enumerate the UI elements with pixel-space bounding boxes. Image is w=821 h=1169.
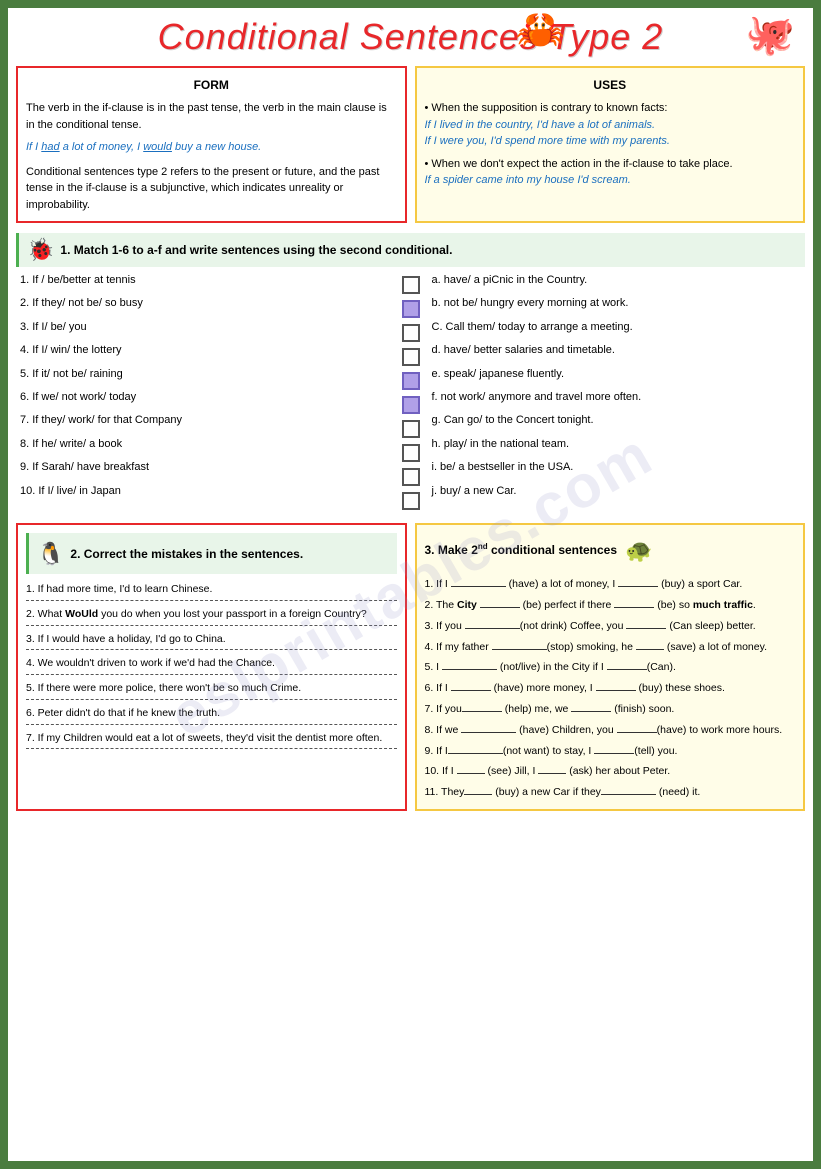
ex1-right-column: a. have/ a piCnic in the Country. b. not…	[432, 273, 802, 513]
title-area: Conditional Sentences Type 2 🦀 🐙	[16, 16, 805, 58]
turtle-icon: 🐢	[625, 533, 652, 568]
exercise1-header: 🐞 1. Match 1-6 to a-f and write sentence…	[16, 233, 805, 267]
list-item: 1. If / be/better at tennis	[20, 273, 390, 288]
list-item: 2. If they/ not be/ so busy	[20, 296, 390, 311]
list-item: i. be/ a bestseller in the USA.	[432, 460, 802, 475]
list-item: 4. If my father (stop) smoking, he (save…	[425, 639, 796, 656]
list-item: 7. If they/ work/ for that Company	[20, 413, 390, 428]
list-item: d. have/ better salaries and timetable.	[432, 343, 802, 358]
ladybug-icon: 🐞	[27, 237, 54, 263]
exercise3-box: 3. Make 2nd conditional sentences 🐢 1. I…	[415, 523, 806, 811]
list-item: 9. If Sarah/ have breakfast	[20, 460, 390, 475]
checkbox-3[interactable]	[402, 324, 420, 342]
list-item: 6. If I (have) more money, I (buy) these…	[425, 680, 796, 697]
form-body2: Conditional sentences type 2 refers to t…	[26, 164, 397, 214]
ex1-left-column: 1. If / be/better at tennis 2. If they/ …	[20, 273, 390, 513]
uses-bullet1: • When the supposition is contrary to kn…	[425, 100, 796, 117]
list-item: 2. The City (be) perfect if there (be) s…	[425, 597, 796, 614]
list-item: a. have/ a piCnic in the Country.	[432, 273, 802, 288]
octopus-icon: 🐙	[745, 11, 795, 58]
list-item: 4. We wouldn't driven to work if we'd ha…	[26, 656, 397, 675]
checkbox-6[interactable]	[402, 396, 420, 414]
exercise3-title: 3. Make 2nd conditional sentences	[425, 541, 618, 560]
list-item: 5. I (not/live) in the City if I (Can).	[425, 659, 796, 676]
list-item: 7. If you (help) me, we (finish) soon.	[425, 701, 796, 718]
penguin-icon: 🐧	[37, 537, 64, 570]
list-item: 3. If I would have a holiday, I'd go to …	[26, 632, 397, 651]
list-item: 9. If I(not want) to stay, I (tell) you.	[425, 743, 796, 760]
list-item: 5. If it/ not be/ raining	[20, 367, 390, 382]
page-title: Conditional Sentences Type 2	[16, 16, 805, 58]
uses-title: USES	[425, 76, 796, 94]
form-title: FORM	[26, 76, 397, 94]
uses-ex2: If I were you, I'd spend more time with …	[425, 133, 796, 150]
ex1-checkboxes	[398, 273, 424, 513]
list-item: 2. What WoUld you do when you lost your …	[26, 607, 397, 626]
checkbox-7[interactable]	[402, 420, 420, 438]
list-item: 3. If you (not drink) Coffee, you (Can s…	[425, 618, 796, 635]
list-item: 10. If I/ live/ in Japan	[20, 484, 390, 499]
form-body1: The verb in the if-clause is in the past…	[26, 100, 397, 133]
list-item: 7. If my Children would eat a lot of swe…	[26, 731, 397, 750]
checkbox-10[interactable]	[402, 492, 420, 510]
top-boxes: FORM The verb in the if-clause is in the…	[16, 66, 805, 223]
list-item: 3. If I/ be/ you	[20, 320, 390, 335]
exercise2-box: 🐧 2. Correct the mistakes in the sentenc…	[16, 523, 407, 811]
list-item: h. play/ in the national team.	[432, 437, 802, 452]
page: eslprintables.com Conditional Sentences …	[8, 8, 813, 1161]
uses-box: USES • When the supposition is contrary …	[415, 66, 806, 223]
list-item: 8. If we (have) Children, you (have) to …	[425, 722, 796, 739]
list-item: g. Can go/ to the Concert tonight.	[432, 413, 802, 428]
list-item: j. buy/ a new Car.	[432, 484, 802, 499]
list-item: 6. Peter didn't do that if he knew the t…	[26, 706, 397, 725]
exercise1-title: 1. Match 1-6 to a-f and write sentences …	[60, 243, 452, 257]
crab-icon: 🦀	[515, 6, 565, 53]
list-item: 6. If we/ not work/ today	[20, 390, 390, 405]
checkbox-4[interactable]	[402, 348, 420, 366]
exercise3-header-row: 3. Make 2nd conditional sentences 🐢	[425, 533, 796, 568]
uses-ex1: If I lived in the country, I'd have a lo…	[425, 117, 796, 134]
exercise1-content: 1. If / be/better at tennis 2. If they/ …	[16, 273, 805, 513]
uses-bullet2: • When we don't expect the action in the…	[425, 156, 796, 173]
form-example1: If I had a lot of money, I would buy a n…	[26, 139, 397, 156]
checkbox-9[interactable]	[402, 468, 420, 486]
form-box: FORM The verb in the if-clause is in the…	[16, 66, 407, 223]
list-item: f. not work/ anymore and travel more oft…	[432, 390, 802, 405]
list-item: b. not be/ hungry every morning at work.	[432, 296, 802, 311]
checkbox-8[interactable]	[402, 444, 420, 462]
checkbox-2[interactable]	[402, 300, 420, 318]
list-item: 8. If he/ write/ a book	[20, 437, 390, 452]
exercise2-title: 2. Correct the mistakes in the sentences…	[70, 545, 303, 563]
list-item: 10. If I (see) Jill, I (ask) her about P…	[425, 763, 796, 780]
exercise2-header: 🐧 2. Correct the mistakes in the sentenc…	[26, 533, 397, 574]
list-item: e. speak/ japanese fluently.	[432, 367, 802, 382]
list-item: 5. If there were more police, there won'…	[26, 681, 397, 700]
bottom-boxes: 🐧 2. Correct the mistakes in the sentenc…	[16, 523, 805, 811]
list-item: C. Call them/ today to arrange a meeting…	[432, 320, 802, 335]
checkbox-1[interactable]	[402, 276, 420, 294]
uses-ex3: If a spider came into my house I'd screa…	[425, 172, 796, 189]
list-item: 4. If I/ win/ the lottery	[20, 343, 390, 358]
list-item: 1. If had more time, I'd to learn Chines…	[26, 582, 397, 601]
list-item: 11. They (buy) a new Car if they (need) …	[425, 784, 796, 801]
checkbox-5[interactable]	[402, 372, 420, 390]
list-item: 1. If I (have) a lot of money, I (buy) a…	[425, 576, 796, 593]
